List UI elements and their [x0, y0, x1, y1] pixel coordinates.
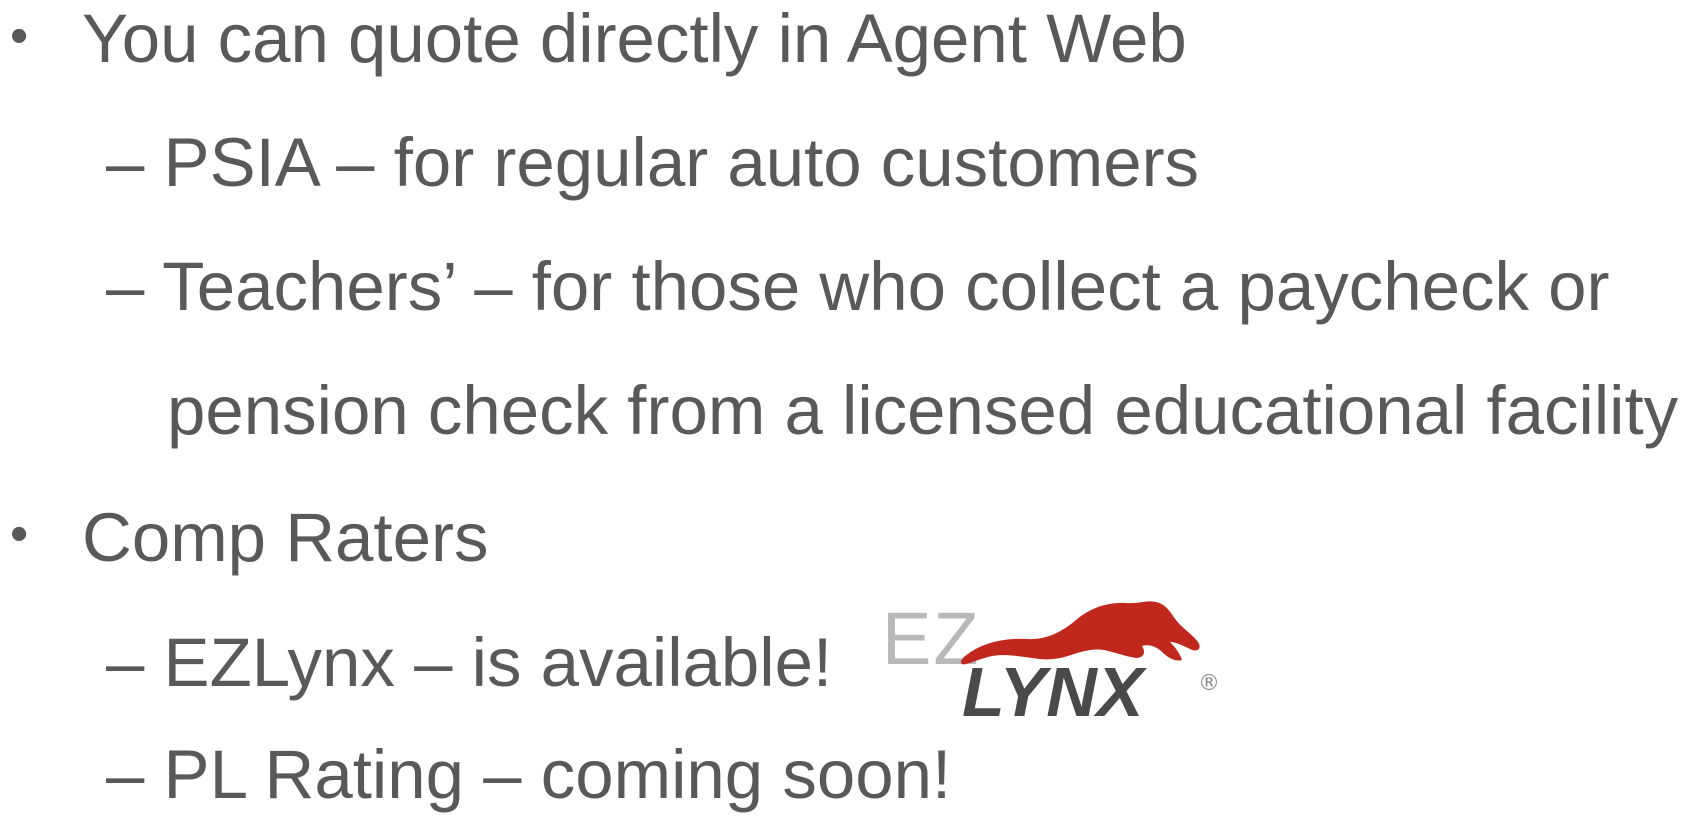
logo-name: LYNX [962, 653, 1148, 722]
sub-item-teachers: – Teachers’ – for those who collect a pa… [106, 248, 1610, 325]
sub-item-ezlynx: – EZLynx – is available! [106, 624, 833, 701]
bullet-marker-2: • [10, 505, 29, 563]
slide: { "bullets": [ { "marker": "•", "text": … [0, 0, 1705, 821]
sub-item-psia: – PSIA – for regular auto customers [106, 124, 1200, 201]
ezlynx-logo-icon: EZ LYNX ® [882, 597, 1220, 722]
logo-registered-mark: ® [1198, 671, 1220, 696]
bullet-item-2: Comp Raters [82, 499, 489, 576]
sub-item-pl-rating: – PL Rating – coming soon! [106, 736, 952, 813]
bullet-item-1: You can quote directly in Agent Web [82, 0, 1187, 77]
bullet-marker-1: • [10, 7, 29, 65]
sub-item-teachers-continued: pension check from a licensed educationa… [167, 372, 1679, 449]
